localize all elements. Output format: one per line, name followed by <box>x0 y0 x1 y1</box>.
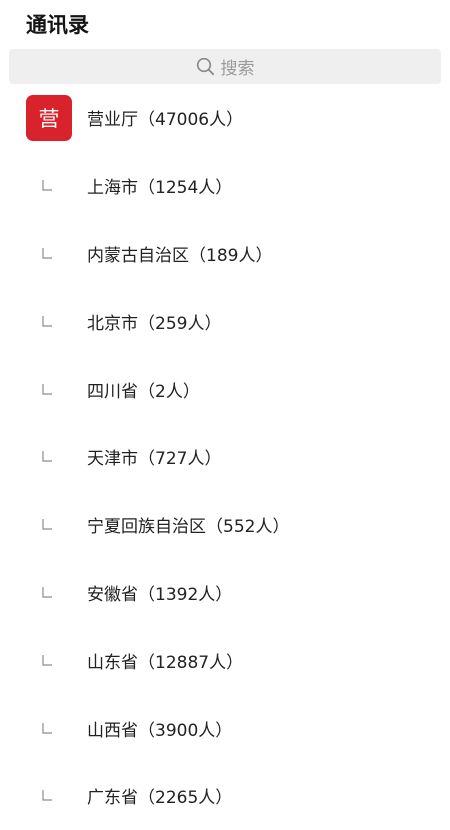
list-item-label: 北京市（259人） <box>87 313 222 334</box>
branch-icon <box>42 180 52 191</box>
branch-icon <box>42 586 52 598</box>
branch-icon <box>42 247 52 259</box>
list-item-label: 安徽省（1392人） <box>87 584 233 605</box>
list-item-label: 四川省（2人） <box>87 381 200 402</box>
list-item-label: 宁夏回族自治区（552人） <box>87 517 290 538</box>
list-item[interactable]: 安徽省（1392人） <box>0 559 450 627</box>
list-item[interactable]: 广东省（2265人） <box>0 762 450 830</box>
branch-icon <box>42 654 52 666</box>
branch-icon <box>42 315 52 327</box>
list-item[interactable]: 天津市（727人） <box>0 423 450 491</box>
list-item-label: 山西省（3900人） <box>87 720 233 741</box>
list-item-root[interactable]: 营 营业厅（47006人） <box>0 84 450 152</box>
list-item-label: 营业厅（47006人） <box>87 110 244 131</box>
avatar: 营 <box>26 94 72 141</box>
branch-icon <box>42 383 52 395</box>
list-item[interactable]: 上海市（1254人） <box>0 152 450 220</box>
list-item[interactable]: 山东省（12887人） <box>0 626 450 694</box>
search-input[interactable]: 搜索 <box>9 49 441 84</box>
list-item[interactable]: 内蒙古自治区（189人） <box>0 220 450 288</box>
list-item-label: 山东省（12887人） <box>87 652 244 673</box>
list-item-label: 内蒙古自治区（189人） <box>87 245 273 266</box>
search-icon <box>196 57 215 76</box>
branch-icon <box>42 519 52 530</box>
page-title: 通讯录 <box>26 13 89 37</box>
search-placeholder: 搜索 <box>220 59 255 79</box>
list-item-label: 天津市（727人） <box>87 449 222 470</box>
list-item[interactable]: 宁夏回族自治区（552人） <box>0 491 450 559</box>
list-item[interactable]: 四川省（2人） <box>0 355 450 423</box>
branch-icon <box>42 722 52 734</box>
branch-icon <box>42 451 52 462</box>
list-item-label: 广东省（2265人） <box>87 788 233 809</box>
list-item[interactable]: 北京市（259人） <box>0 287 450 355</box>
list-item[interactable]: 山西省（3900人） <box>0 694 450 762</box>
list-item-label: 上海市（1254人） <box>87 178 233 199</box>
contact-list: 营 营业厅（47006人） 上海市（1254人） 内蒙古自治区（189人） 北京… <box>0 84 450 830</box>
